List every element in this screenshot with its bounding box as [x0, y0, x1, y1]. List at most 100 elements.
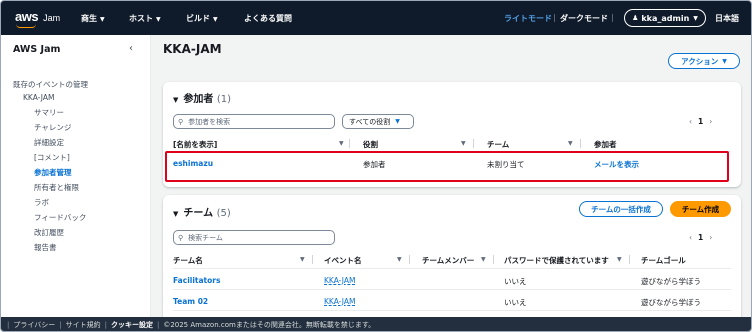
app-name: Jam [43, 13, 61, 23]
column-divider [473, 139, 474, 148]
caret-down-icon: ▼ [395, 118, 400, 125]
column-divider [629, 255, 630, 264]
light-mode-toggle[interactable]: ライトモード [504, 13, 552, 24]
create-team-button[interactable]: チーム作成 [670, 201, 731, 217]
nav-host-menu[interactable]: ホスト ▼ [129, 13, 161, 24]
nav-play-label: 商生 [81, 14, 97, 23]
participant-row-highlight [165, 151, 729, 182]
copyright-text: ©2025 Amazon.comまたはその関連会社。無断転載を禁じます。 [163, 321, 376, 329]
footer: | プライバシー | サイト規約 | クッキー設定 | ©2025 Amazon… [1, 317, 751, 331]
caret-down-icon: ▼ [156, 16, 161, 23]
column-header-participant[interactable]: 参加者 [594, 139, 617, 150]
teams-count: (5) [216, 208, 231, 219]
sidebar-item-summary[interactable]: サマリー [34, 107, 64, 118]
sidebar-section-manage-events[interactable]: 既存のイベントの管理 [13, 79, 88, 90]
sort-icon[interactable]: ▼ [617, 256, 622, 263]
sidebar-item-revisions[interactable]: 改訂履歴 [34, 227, 64, 238]
collapse-caret-icon: ▼ [173, 96, 179, 104]
bulk-create-teams-button[interactable]: チームの一括作成 [579, 201, 663, 217]
aws-jam-logo[interactable]: aws Jam [15, 9, 61, 28]
column-divider [493, 255, 494, 264]
prev-page-icon[interactable]: ‹ [689, 117, 692, 126]
teams-header[interactable]: ▼ チーム (5) [173, 204, 231, 219]
participant-search-placeholder: 参加者を検索 [188, 117, 231, 126]
team-search-placeholder: 検索チーム [188, 233, 223, 242]
prev-page-icon[interactable]: ‹ [689, 233, 692, 242]
footer-divider: | [104, 321, 107, 329]
sidebar-item-settings[interactable]: 詳細設定 [34, 137, 64, 148]
team-name-link[interactable]: Team 02 [173, 297, 208, 306]
nav-build-menu[interactable]: ビルド ▼ [186, 13, 218, 24]
team-name-link[interactable]: Facilitators [173, 276, 220, 285]
teams-card: ▼ チーム (5) チームの一括作成 チーム作成 ⚲ 検索チーム ‹ 1 › チーム名… [163, 195, 741, 325]
team-event-link[interactable]: KKA-JAM [324, 297, 355, 306]
column-header-team-goal[interactable]: チームゴール [641, 255, 686, 266]
sidebar-item-owners[interactable]: 所有者と権限 [34, 182, 79, 193]
sort-icon[interactable]: ▼ [568, 140, 573, 147]
sort-icon[interactable]: ▼ [300, 256, 305, 263]
current-page[interactable]: 1 [698, 117, 703, 126]
caret-down-icon: ▼ [693, 14, 698, 22]
teams-title: チーム [183, 208, 214, 219]
privacy-link[interactable]: プライバシー [13, 320, 55, 330]
sort-icon[interactable]: ▼ [481, 256, 486, 263]
column-divider [312, 255, 313, 264]
collapse-sidebar-icon[interactable]: ‹ [129, 43, 133, 54]
column-divider [580, 139, 581, 148]
column-divider [409, 255, 410, 264]
column-header-role[interactable]: 役割 [363, 139, 378, 150]
sidebar-item-participants[interactable]: 参加者管理 [34, 167, 72, 178]
column-header-team[interactable]: チーム [487, 139, 509, 150]
next-page-icon[interactable]: › [709, 233, 712, 242]
collapse-caret-icon: ▼ [173, 210, 179, 218]
sidebar-item-feedback[interactable]: フィードバック [34, 212, 86, 223]
language-selector[interactable]: 日本語 [715, 13, 739, 24]
nav-host-label: ホスト [129, 14, 153, 23]
team-password-protected: いいえ [504, 298, 527, 307]
caret-down-icon: ▼ [722, 57, 727, 65]
sidebar-item-labs[interactable]: ラボ [34, 197, 49, 208]
sidebar-item-event[interactable]: KKA-JAM [23, 93, 54, 102]
dark-mode-toggle[interactable]: ダークモード [560, 13, 608, 24]
teams-pagination: ‹ 1 › [689, 233, 712, 242]
column-header-password-protected[interactable]: パスワードで保護されています [504, 255, 609, 266]
sort-icon[interactable]: ▼ [397, 256, 402, 263]
participants-title: 参加者 [183, 94, 214, 105]
aws-logo-text: aws [15, 9, 39, 24]
team-event-link[interactable]: KKA-JAM [324, 276, 355, 285]
page-title: KKA-JAM [163, 42, 222, 56]
sidebar-item-challenges[interactable]: チャレンジ [34, 122, 71, 133]
user-menu-button[interactable]: ♟ kka_admin ▼ [624, 9, 706, 27]
user-icon: ♟ [632, 14, 639, 22]
row-divider [173, 289, 731, 290]
participant-search-input[interactable]: ⚲ 参加者を検索 [173, 114, 335, 129]
team-goal: 遊びながら学ぼう [641, 277, 701, 286]
cookie-settings-link[interactable]: クッキー設定 [111, 320, 153, 330]
column-header-event-name[interactable]: イベント名 [324, 255, 362, 266]
table-header-divider [173, 268, 731, 269]
nav-faq-link[interactable]: よくある質問 [244, 13, 292, 24]
sort-icon[interactable]: ▼ [339, 140, 344, 147]
sidebar-item-reports[interactable]: 報告書 [34, 242, 57, 253]
next-page-icon[interactable]: › [709, 117, 712, 126]
column-header-name[interactable]: [名前を表示] [173, 139, 217, 150]
footer-divider: | [7, 321, 10, 329]
footer-divider: | [59, 321, 62, 329]
top-nav: aws Jam 商生 ▼ ホスト ▼ ビルド ▼ よくある質問 ライトモード | ダー… [1, 1, 751, 35]
column-header-members[interactable]: チームメンバー [422, 255, 474, 266]
caret-down-icon: ▼ [213, 16, 218, 23]
actions-button[interactable]: アクション ▼ [668, 53, 740, 69]
app-frame: aws Jam 商生 ▼ ホスト ▼ ビルド ▼ よくある質問 ライトモード | ダー… [0, 0, 752, 332]
role-filter-select[interactable]: すべての役割 ▼ [342, 114, 414, 129]
footer-divider: | [156, 321, 160, 329]
column-header-team-name[interactable]: チーム名 [173, 255, 203, 266]
participants-header[interactable]: ▼ 参加者 (1) [173, 90, 231, 105]
column-divider [349, 139, 350, 148]
terms-link[interactable]: サイト規約 [66, 320, 101, 330]
sort-icon[interactable]: ▼ [461, 140, 466, 147]
current-page[interactable]: 1 [698, 233, 703, 242]
nav-play-menu[interactable]: 商生 ▼ [81, 13, 105, 24]
team-search-input[interactable]: ⚲ 検索チーム [173, 230, 335, 245]
nav-build-label: ビルド [186, 14, 210, 23]
sidebar-item-comments[interactable]: [コメント] [34, 152, 70, 163]
